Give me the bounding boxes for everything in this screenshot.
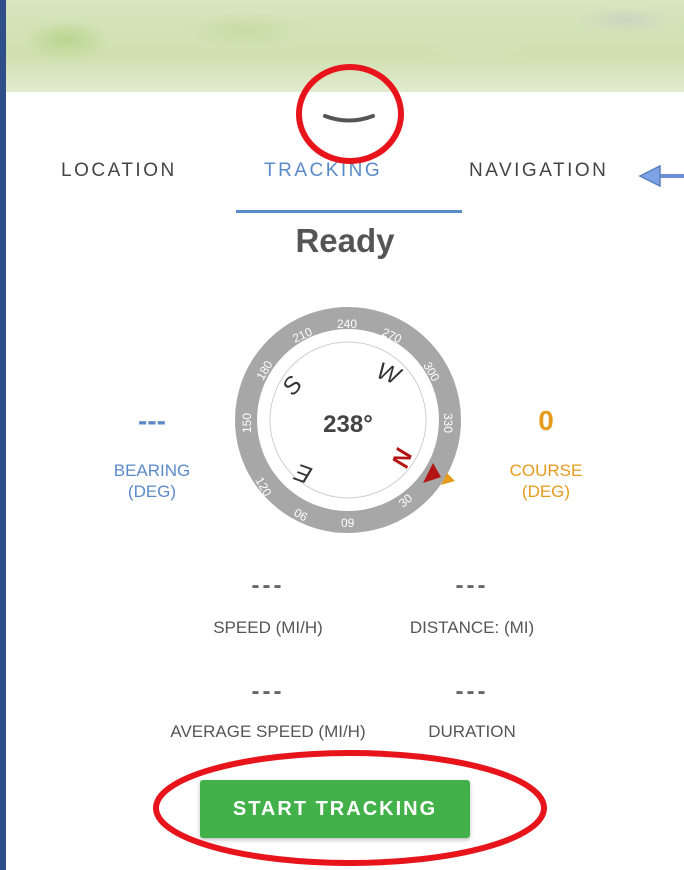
ring-label-240: 240	[337, 317, 357, 331]
start-tracking-button[interactable]: START TRACKING	[200, 780, 470, 838]
course-label: COURSE (DEG)	[494, 460, 598, 502]
tab-location[interactable]: LOCATION	[61, 160, 177, 182]
compass-dial-icon: 210 240 270 300 330 30 09 06 120 150 180…	[235, 307, 461, 533]
duration-label: DURATION	[428, 722, 516, 741]
ring-label-150: 150	[240, 413, 254, 433]
bearing-value: ---	[138, 405, 166, 436]
bearing-label-line1: BEARING	[113, 461, 191, 480]
tab-navigation[interactable]: NAVIGATION	[469, 160, 608, 182]
distance-value: ---	[455, 572, 489, 599]
collapse-chevron-icon[interactable]	[322, 113, 376, 127]
ring-label-09: 09	[341, 516, 355, 530]
tab-tracking[interactable]: TRACKING	[264, 160, 382, 182]
course-label-line2: (DEG)	[521, 482, 571, 501]
app-frame: LOCATION TRACKING NAVIGATION Ready 210 2…	[0, 0, 684, 870]
avg-speed-value: ---	[251, 678, 285, 705]
compass-heading: 238°	[323, 411, 373, 438]
map-preview[interactable]	[6, 0, 684, 93]
bearing-label-line2: (DEG)	[127, 482, 177, 501]
course-label-line1: COURSE	[509, 461, 583, 480]
speed-label: SPEED (MI/H)	[213, 618, 323, 637]
bearing-label: BEARING (DEG)	[100, 460, 204, 502]
course-value: 0	[538, 405, 554, 436]
speed-value: ---	[251, 572, 285, 599]
distance-label: DISTANCE: (MI)	[409, 618, 535, 637]
tracking-status: Ready	[295, 222, 395, 259]
ring-label-330: 330	[441, 413, 455, 433]
duration-value: ---	[455, 678, 489, 705]
active-tab-indicator	[236, 210, 462, 213]
avg-speed-label: AVERAGE SPEED (MI/H)	[170, 722, 366, 741]
